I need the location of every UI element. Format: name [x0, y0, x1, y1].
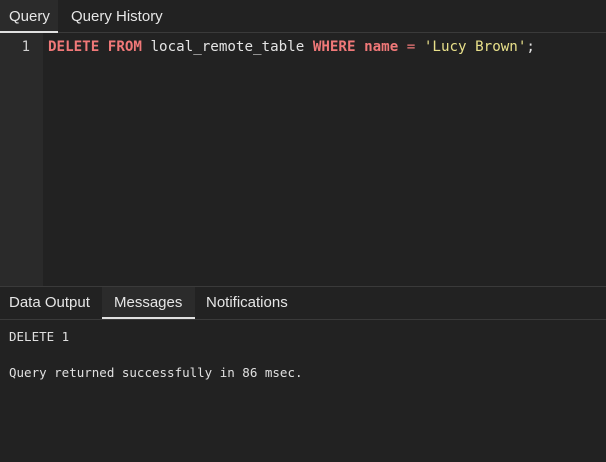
message-line: DELETE 1 — [9, 329, 70, 344]
statement-terminator: ; — [526, 39, 535, 55]
query-tab-bar: Query Query History — [0, 0, 606, 33]
tab-query-history[interactable]: Query History — [58, 0, 178, 33]
query-tool: Query Query History 1 DELETE FROM local_… — [0, 0, 606, 462]
code-area[interactable]: DELETE FROM local_remote_table WHERE nam… — [43, 33, 606, 286]
table-name: local_remote_table — [150, 39, 305, 55]
line-number: 1 — [21, 39, 30, 55]
result-tab-bar: Data Output Messages Notifications — [0, 287, 606, 320]
column-name: name — [364, 39, 399, 55]
code-line[interactable]: DELETE FROM local_remote_table WHERE nam… — [48, 39, 535, 55]
keyword-where: WHERE — [312, 39, 356, 55]
messages-panel: DELETE 1 Query returned successfully in … — [0, 320, 606, 462]
sql-editor[interactable]: 1 DELETE FROM local_remote_table WHERE n… — [0, 33, 606, 287]
operator: = — [406, 39, 416, 55]
line-number-gutter: 1 — [0, 33, 43, 286]
string-value: 'Lucy Brown' — [423, 39, 527, 55]
tab-messages[interactable]: Messages — [102, 287, 195, 319]
tab-data-output[interactable]: Data Output — [0, 287, 102, 319]
tab-notifications[interactable]: Notifications — [195, 287, 305, 319]
keyword-from: FROM — [107, 39, 142, 55]
message-line: Query returned successfully in 86 msec. — [9, 365, 303, 380]
tab-query[interactable]: Query — [0, 0, 58, 33]
keyword-delete: DELETE — [48, 39, 100, 55]
